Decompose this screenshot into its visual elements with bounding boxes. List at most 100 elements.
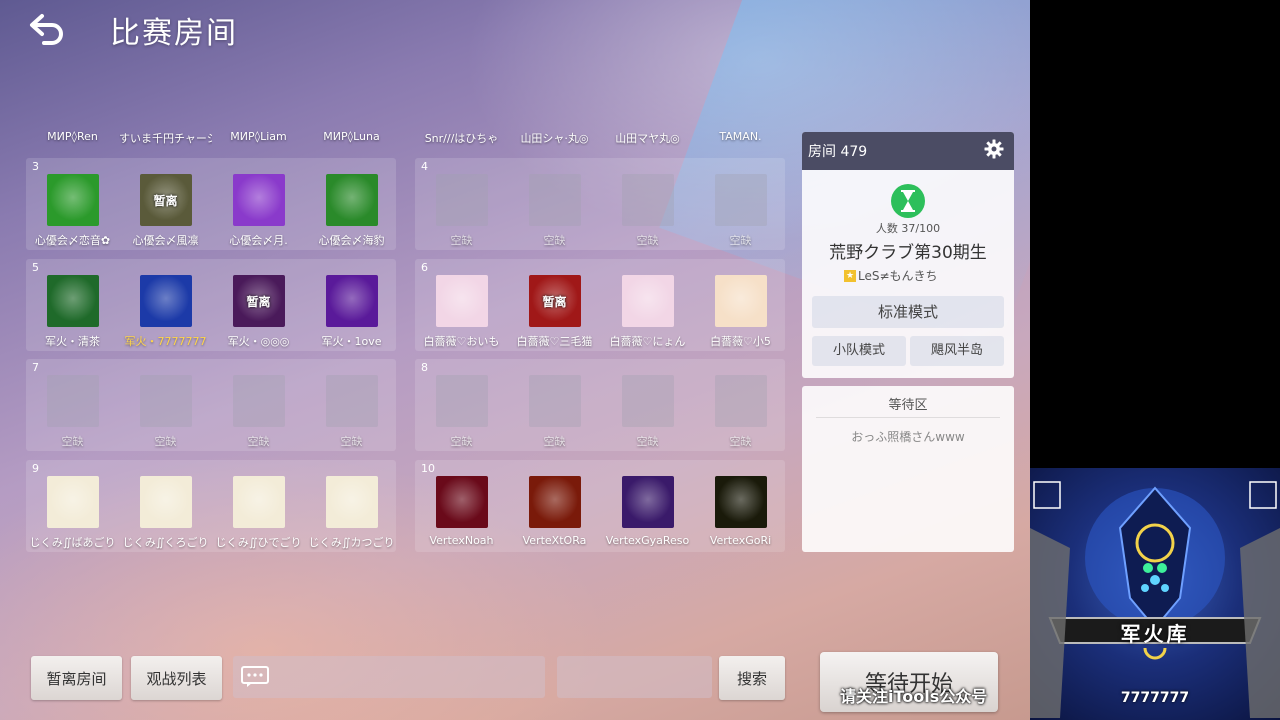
player-avatar (621, 476, 674, 528)
player-avatar (621, 275, 674, 327)
slot-player-name: じくみ∬ばあごり (29, 536, 116, 549)
empty-slot[interactable]: 空缺 (415, 375, 508, 449)
player-avatar (325, 275, 378, 327)
team-number: 10 (421, 462, 435, 475)
player-name[interactable]: МИР◊Liam (212, 130, 305, 146)
slot-player-name: 军火・清茶 (45, 335, 100, 348)
empty-slot-label: 空缺 (247, 435, 270, 448)
player-slot[interactable]: 军火・1ove (305, 275, 398, 349)
player-avatar (714, 275, 767, 327)
slot-player-name: 心優会〆風凛 (132, 234, 199, 247)
empty-slot[interactable]: 空缺 (694, 174, 787, 248)
empty-avatar (435, 174, 488, 226)
empty-slot[interactable]: 空缺 (694, 375, 787, 449)
away-room-button[interactable]: 暂离房间 (31, 656, 122, 700)
empty-avatar (139, 375, 192, 427)
chat-input[interactable] (233, 656, 545, 698)
player-slot[interactable]: 暂离 白薔薇♡三毛猫 (508, 275, 601, 349)
slot-player-name: 军火・7777777 (124, 335, 207, 348)
player-slot[interactable]: 心優会〆海豹 (305, 174, 398, 248)
player-slot[interactable]: 暂离 心優会〆風凛 (119, 174, 212, 248)
empty-slot[interactable]: 空缺 (212, 375, 305, 449)
player-avatar (232, 476, 285, 528)
player-slot[interactable]: VerteXtORa (508, 476, 601, 547)
back-arrow-icon (30, 14, 63, 45)
team-mode: 小队模式 (812, 336, 906, 366)
slot-player-name: VerteXtORa (522, 534, 587, 547)
slot-player-name: 白薔薇♡三毛猫 (516, 335, 593, 348)
empty-slot[interactable]: 空缺 (508, 174, 601, 248)
player-slot[interactable]: VertexGoRi (694, 476, 787, 547)
player-slot[interactable]: 暂离 军火・◎◎◎ (212, 275, 305, 349)
waiting-area: 等待区 おっふ照橋さんwww (802, 386, 1014, 552)
empty-slot-label: 空缺 (636, 435, 659, 448)
player-name[interactable]: すいま千円チャーシュ (119, 130, 212, 146)
player-slot[interactable]: 军火・清茶 (26, 275, 119, 349)
player-slot[interactable]: 白薔薇♡小5 (694, 275, 787, 349)
player-name[interactable]: Snr///はひちゃ (415, 130, 508, 146)
back-button[interactable] (28, 12, 68, 46)
empty-slot[interactable]: 空缺 (119, 375, 212, 449)
player-name[interactable]: МИР◊Ren (26, 130, 119, 146)
team-2-names: Snr///はひちゃ 山田シャ·丸◎ 山田マヤ丸◎ TAMAN. (415, 130, 787, 146)
empty-avatar (46, 375, 99, 427)
empty-avatar (528, 174, 581, 226)
empty-slot[interactable]: 空缺 (601, 174, 694, 248)
empty-slot[interactable]: 空缺 (508, 375, 601, 449)
empty-slot-label: 空缺 (729, 234, 752, 247)
player-count: 人数 37/100 (875, 222, 941, 235)
player-slot[interactable]: VertexGyaReso (601, 476, 694, 547)
empty-avatar (325, 375, 378, 427)
chat-icon[interactable] (241, 666, 269, 688)
player-slot[interactable]: 军火・7777777 (119, 275, 212, 349)
slot-player-name: VertexGoRi (709, 534, 772, 547)
player-name[interactable]: 山田マヤ丸◎ (601, 130, 694, 146)
search-button[interactable]: 搜索 (719, 656, 785, 700)
player-avatar (46, 174, 99, 226)
away-badge: 暂离 (153, 193, 178, 208)
empty-slot-label: 空缺 (636, 234, 659, 247)
gear-icon[interactable] (984, 139, 1004, 163)
spectate-list-button[interactable]: 观战列表 (131, 656, 222, 700)
player-slot[interactable]: VertexNoah (415, 476, 508, 547)
waiting-area-title: 等待区 (816, 386, 1000, 418)
player-name[interactable]: 山田シャ·丸◎ (508, 130, 601, 146)
player-slot[interactable]: 心優会〆恋音✿ (26, 174, 119, 248)
player-slot[interactable]: じくみ∬くろごり (119, 476, 212, 550)
empty-slot[interactable]: 空缺 (305, 375, 398, 449)
player-avatar (435, 476, 488, 528)
room-host: ★ LeS≠もんきち (844, 267, 1014, 284)
player-slot[interactable]: 心優会〆月. (212, 174, 305, 248)
waiting-player[interactable]: おっふ照橋さんwww (802, 428, 1014, 445)
empty-avatar (528, 375, 581, 427)
team-4: 4 空缺 空缺 空缺 空缺 (415, 158, 785, 250)
empty-slot-label: 空缺 (340, 435, 363, 448)
room-info-panel: 房间 479 人数 37/100 荒野クラブ第30期生 ★ LeS≠もんきち 标… (802, 132, 1014, 378)
room-name: 荒野クラブ第30期生 (829, 243, 987, 263)
player-name[interactable]: МИР◊Luna (305, 130, 398, 146)
team-number: 6 (421, 261, 428, 274)
player-slot[interactable]: じくみ∬ばあごり (26, 476, 119, 550)
empty-slot-label: 空缺 (61, 435, 84, 448)
empty-slot[interactable]: 空缺 (26, 375, 119, 449)
map-name: 飓风半岛 (910, 336, 1004, 366)
search-input[interactable] (557, 656, 712, 698)
player-slot[interactable]: 白薔薇♡おいも (415, 275, 508, 349)
team-5: 5 军火・清茶 军火・7777777 暂离 军火・◎◎◎ 军火・1ove (26, 259, 396, 351)
empty-slot-label: 空缺 (450, 234, 473, 247)
player-slot[interactable]: じくみ∬ひでごり (212, 476, 305, 550)
clan-emblem-icon (1030, 481, 1280, 718)
player-avatar (46, 275, 99, 327)
away-badge: 暂离 (246, 294, 271, 309)
team-number: 9 (32, 462, 39, 475)
empty-slot[interactable]: 空缺 (415, 174, 508, 248)
empty-slot-label: 空缺 (729, 435, 752, 448)
player-slot[interactable]: じくみ∬カつごり (305, 476, 398, 550)
team-7: 7 空缺 空缺 空缺 空缺 (26, 359, 396, 451)
team-1-names: МИР◊Ren すいま千円チャーシュ МИР◊Liam МИР◊Luna (26, 130, 398, 146)
empty-slot[interactable]: 空缺 (601, 375, 694, 449)
player-slot[interactable]: 白薔薇♡にょん (601, 275, 694, 349)
slot-player-name: じくみ∬ひでごり (215, 536, 302, 549)
player-avatar (46, 476, 99, 528)
player-name[interactable]: TAMAN. (694, 130, 787, 146)
